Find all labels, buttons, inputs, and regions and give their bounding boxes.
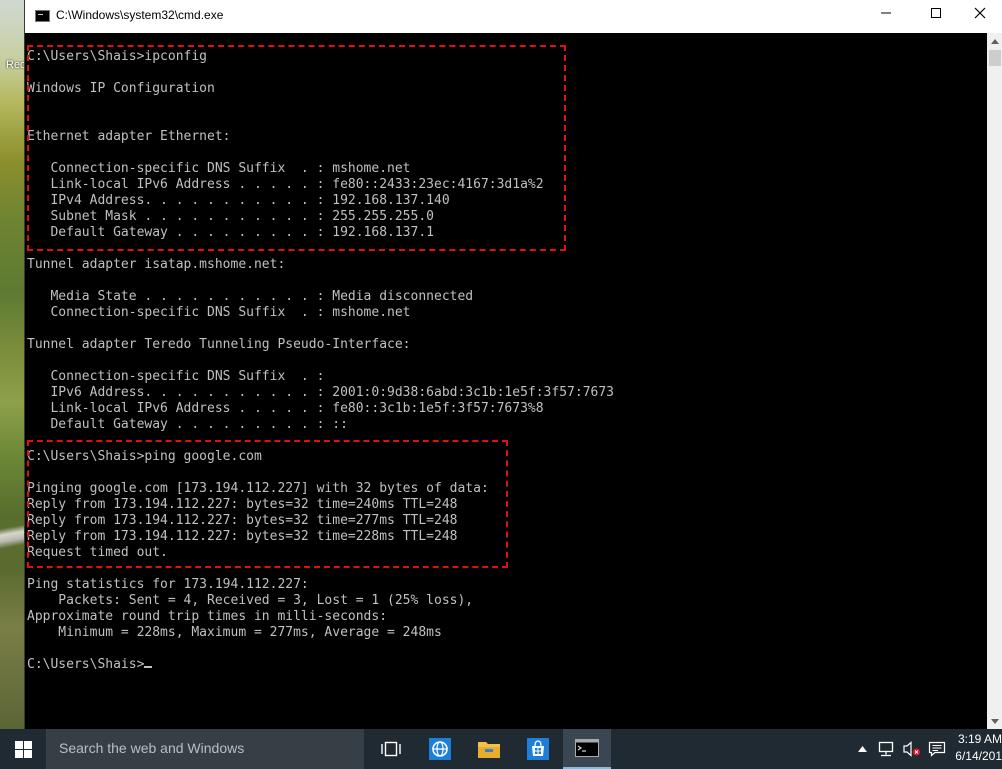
console-output-area[interactable]: C:\Users\Shais>ipconfig Windows IP Confi…: [25, 33, 987, 729]
show-hidden-icons-button[interactable]: [852, 729, 872, 769]
cmd-window: C:\Windows\system32\cmd.exe C:\Users\Sha…: [24, 0, 1002, 729]
maximize-button[interactable]: [913, 0, 959, 26]
store-button[interactable]: [514, 729, 562, 769]
maximize-icon: [931, 8, 941, 18]
cmd-app-icon[interactable]: [35, 10, 50, 22]
scroll-down-button[interactable]: [987, 713, 1002, 729]
internet-explorer-icon: [429, 738, 451, 760]
task-view-icon: [381, 741, 401, 757]
desktop-icon-label[interactable]: Rec: [6, 59, 26, 71]
file-explorer-icon: [478, 742, 500, 758]
clock-date: 6/14/201: [955, 749, 1002, 763]
taskbar: Search the web and Windows 3:19 AM 6/14/…: [0, 729, 1002, 769]
desktop-background: Rec: [0, 0, 26, 729]
volume-muted-icon: [903, 741, 921, 757]
volume-tray-button[interactable]: [900, 729, 924, 769]
title-bar[interactable]: C:\Windows\system32\cmd.exe: [25, 0, 1002, 33]
scroll-thumb[interactable]: [989, 50, 1001, 66]
network-icon: [878, 741, 894, 757]
windows-logo-icon: [14, 740, 32, 758]
search-placeholder: Search the web and Windows: [59, 740, 245, 756]
file-explorer-button[interactable]: [465, 729, 513, 769]
task-view-button[interactable]: [367, 729, 415, 769]
chevron-down-icon: [991, 718, 999, 724]
desktop-wallpaper-detail: [0, 520, 26, 560]
command-prompt-icon: [575, 739, 599, 757]
close-button[interactable]: [957, 0, 1002, 26]
window-title: C:\Windows\system32\cmd.exe: [56, 8, 224, 22]
console-lines: C:\Users\Shais>ipconfig Windows IP Confi…: [27, 49, 614, 672]
text-cursor: [144, 666, 153, 668]
minimize-button[interactable]: [863, 0, 909, 26]
chevron-up-icon: [991, 38, 999, 44]
search-box[interactable]: Search the web and Windows: [46, 729, 364, 769]
action-center-button[interactable]: [925, 729, 949, 769]
network-tray-button[interactable]: [874, 729, 898, 769]
store-icon: [527, 738, 549, 760]
scroll-up-button[interactable]: [987, 33, 1002, 49]
clock-time: 3:19 AM: [957, 732, 1002, 746]
system-clock[interactable]: 3:19 AM 6/14/201: [952, 731, 1002, 765]
minimize-icon: [881, 12, 891, 14]
vertical-scrollbar[interactable]: [987, 33, 1002, 729]
start-button[interactable]: [0, 729, 46, 769]
internet-explorer-button[interactable]: [416, 729, 464, 769]
action-center-icon: [928, 741, 946, 757]
console-text: C:\Users\Shais>ipconfig Windows IP Confi…: [27, 49, 614, 673]
chevron-up-icon: [857, 746, 867, 752]
close-icon: [974, 7, 986, 19]
command-prompt-taskbar-button[interactable]: [563, 729, 611, 769]
